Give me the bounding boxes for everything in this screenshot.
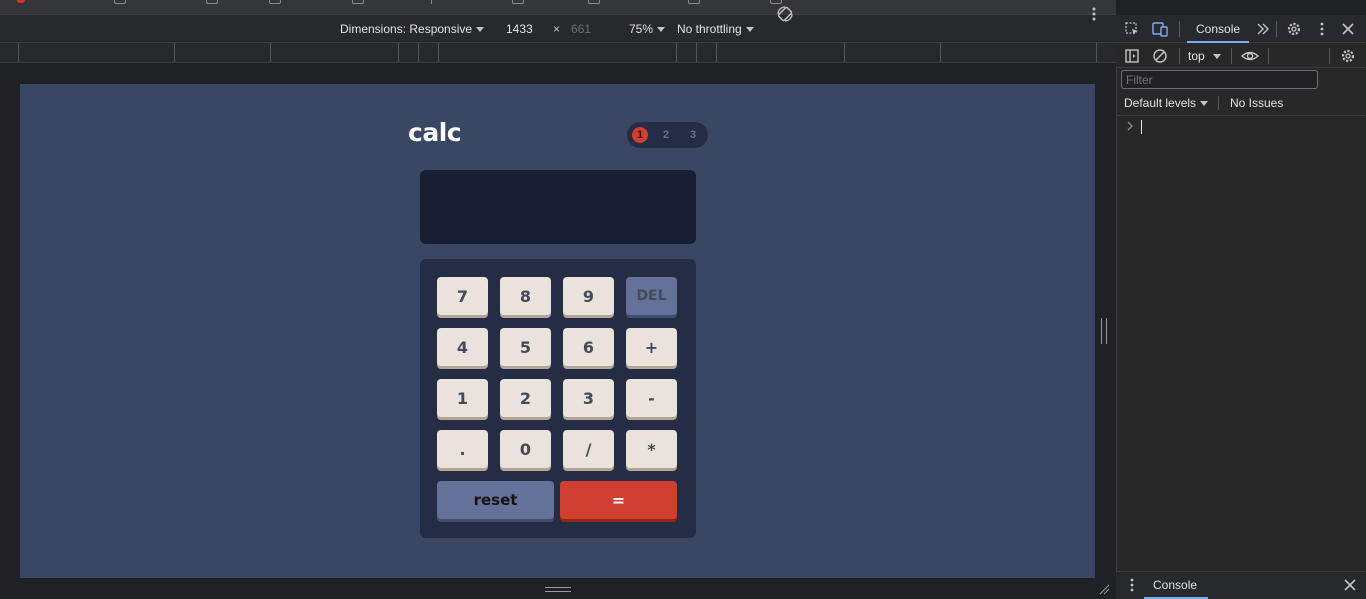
context-dropdown[interactable]: top bbox=[1188, 49, 1221, 63]
app-title: calc bbox=[408, 118, 462, 147]
toolbar-icon bbox=[114, 0, 126, 4]
drawer-tab-console[interactable]: Console bbox=[1144, 571, 1208, 599]
zoom-dropdown[interactable]: 75% bbox=[629, 22, 666, 36]
times-label: × bbox=[553, 22, 561, 36]
key-plus[interactable]: + bbox=[626, 328, 677, 366]
toolbar-divider bbox=[1179, 48, 1180, 64]
toolbar-divider bbox=[1329, 48, 1330, 64]
reset-button[interactable]: reset bbox=[437, 481, 554, 519]
media-query-bar[interactable] bbox=[0, 43, 1116, 63]
toolbar-icon bbox=[352, 0, 364, 4]
device-toolbar-icon[interactable] bbox=[1152, 21, 1168, 37]
more-tabs-icon[interactable] bbox=[1255, 21, 1271, 37]
resize-handle-right[interactable] bbox=[1101, 318, 1107, 344]
kebab-menu-icon[interactable] bbox=[1314, 21, 1330, 37]
mq-tick bbox=[438, 43, 439, 62]
filter-input[interactable] bbox=[1121, 70, 1318, 89]
mq-tick bbox=[174, 43, 175, 62]
theme-option-2[interactable]: 2 bbox=[663, 129, 669, 141]
width-input[interactable]: 1433 bbox=[506, 22, 533, 36]
key-6[interactable]: 6 bbox=[563, 328, 614, 366]
console-settings-icon[interactable] bbox=[1340, 48, 1356, 64]
throttling-label: No throttling bbox=[677, 22, 742, 36]
key-4[interactable]: 4 bbox=[437, 328, 488, 366]
toolbar-icon bbox=[269, 0, 281, 4]
issues-status[interactable]: No Issues bbox=[1230, 96, 1283, 110]
toolbar-icon bbox=[770, 0, 782, 4]
drawer-menu-icon[interactable] bbox=[1124, 577, 1140, 593]
chevron-down-icon bbox=[657, 27, 666, 33]
console-input-cursor[interactable] bbox=[1141, 120, 1142, 134]
mq-tick bbox=[418, 43, 419, 62]
inspect-element-icon[interactable] bbox=[1124, 21, 1140, 37]
toolbar-icon bbox=[512, 0, 524, 4]
mq-tick bbox=[676, 43, 677, 62]
resize-corner-icon[interactable] bbox=[1098, 583, 1110, 595]
dimensions-label: Dimensions: Responsive bbox=[340, 22, 473, 36]
mq-tick bbox=[844, 43, 845, 62]
context-label: top bbox=[1188, 49, 1205, 63]
tab-console[interactable]: Console bbox=[1187, 15, 1250, 43]
resize-handle-bottom[interactable] bbox=[545, 587, 571, 592]
chevron-down-icon bbox=[1212, 54, 1221, 60]
key-minus[interactable]: - bbox=[626, 379, 677, 417]
key-multiply[interactable]: * bbox=[626, 430, 677, 468]
log-levels-label: Default levels bbox=[1124, 96, 1197, 110]
toolbar-divider bbox=[1268, 48, 1269, 64]
theme-option-1[interactable]: 1 bbox=[637, 129, 643, 141]
gear-icon[interactable] bbox=[1286, 21, 1302, 37]
toolbar-divider bbox=[1231, 48, 1232, 64]
mq-tick bbox=[18, 43, 19, 62]
mq-tick bbox=[270, 43, 271, 62]
toolbar-icon bbox=[588, 0, 600, 4]
sidebar-toggle-icon[interactable] bbox=[1124, 48, 1140, 64]
key-2[interactable]: 2 bbox=[500, 379, 551, 417]
key-3[interactable]: 3 bbox=[563, 379, 614, 417]
chevron-down-icon bbox=[1200, 101, 1209, 107]
more-options-icon[interactable] bbox=[1088, 5, 1100, 23]
close-icon[interactable] bbox=[1340, 21, 1356, 37]
mq-tick bbox=[940, 43, 941, 62]
delete-button[interactable]: DEL bbox=[626, 277, 677, 315]
toolbar-icon bbox=[206, 0, 218, 4]
mq-tick bbox=[1096, 43, 1097, 62]
mq-tick bbox=[716, 43, 717, 62]
key-5[interactable]: 5 bbox=[500, 328, 551, 366]
browser-toolbar-strip bbox=[0, 0, 1116, 15]
key-0[interactable]: 0 bbox=[500, 430, 551, 468]
rotate-icon[interactable] bbox=[776, 5, 794, 23]
height-input[interactable]: 661 bbox=[571, 22, 591, 36]
mq-tick bbox=[696, 43, 697, 62]
theme-option-3[interactable]: 3 bbox=[690, 129, 696, 141]
record-indicator bbox=[17, 0, 25, 3]
device-toolbar: Dimensions: Responsive 1433 × 661 75% No… bbox=[0, 15, 1116, 43]
clear-console-icon[interactable] bbox=[1152, 48, 1168, 64]
console-prompt-icon bbox=[1127, 121, 1133, 131]
toolbar-divider bbox=[431, 0, 432, 4]
key-1[interactable]: 1 bbox=[437, 379, 488, 417]
mq-tick bbox=[398, 43, 399, 62]
dimensions-dropdown[interactable]: Dimensions: Responsive bbox=[340, 22, 485, 36]
toolbar-divider bbox=[1218, 96, 1219, 110]
chevron-down-icon bbox=[745, 27, 754, 33]
key-9[interactable]: 9 bbox=[563, 277, 614, 315]
key-8[interactable]: 8 bbox=[500, 277, 551, 315]
key-decimal[interactable]: . bbox=[437, 430, 488, 468]
eye-icon[interactable] bbox=[1241, 48, 1259, 64]
toolbar-icon bbox=[688, 0, 700, 4]
key-7[interactable]: 7 bbox=[437, 277, 488, 315]
chevron-down-icon bbox=[476, 27, 485, 33]
calculator-display bbox=[420, 170, 696, 244]
equals-button[interactable]: = bbox=[560, 481, 677, 519]
toolbar-divider bbox=[1276, 21, 1277, 37]
toolbar-divider bbox=[1179, 21, 1180, 37]
key-divide[interactable]: / bbox=[563, 430, 614, 468]
close-drawer-icon[interactable] bbox=[1342, 577, 1358, 593]
log-levels-dropdown[interactable]: Default levels bbox=[1124, 96, 1209, 110]
zoom-label: 75% bbox=[629, 22, 654, 36]
throttling-dropdown[interactable]: No throttling bbox=[677, 22, 754, 36]
